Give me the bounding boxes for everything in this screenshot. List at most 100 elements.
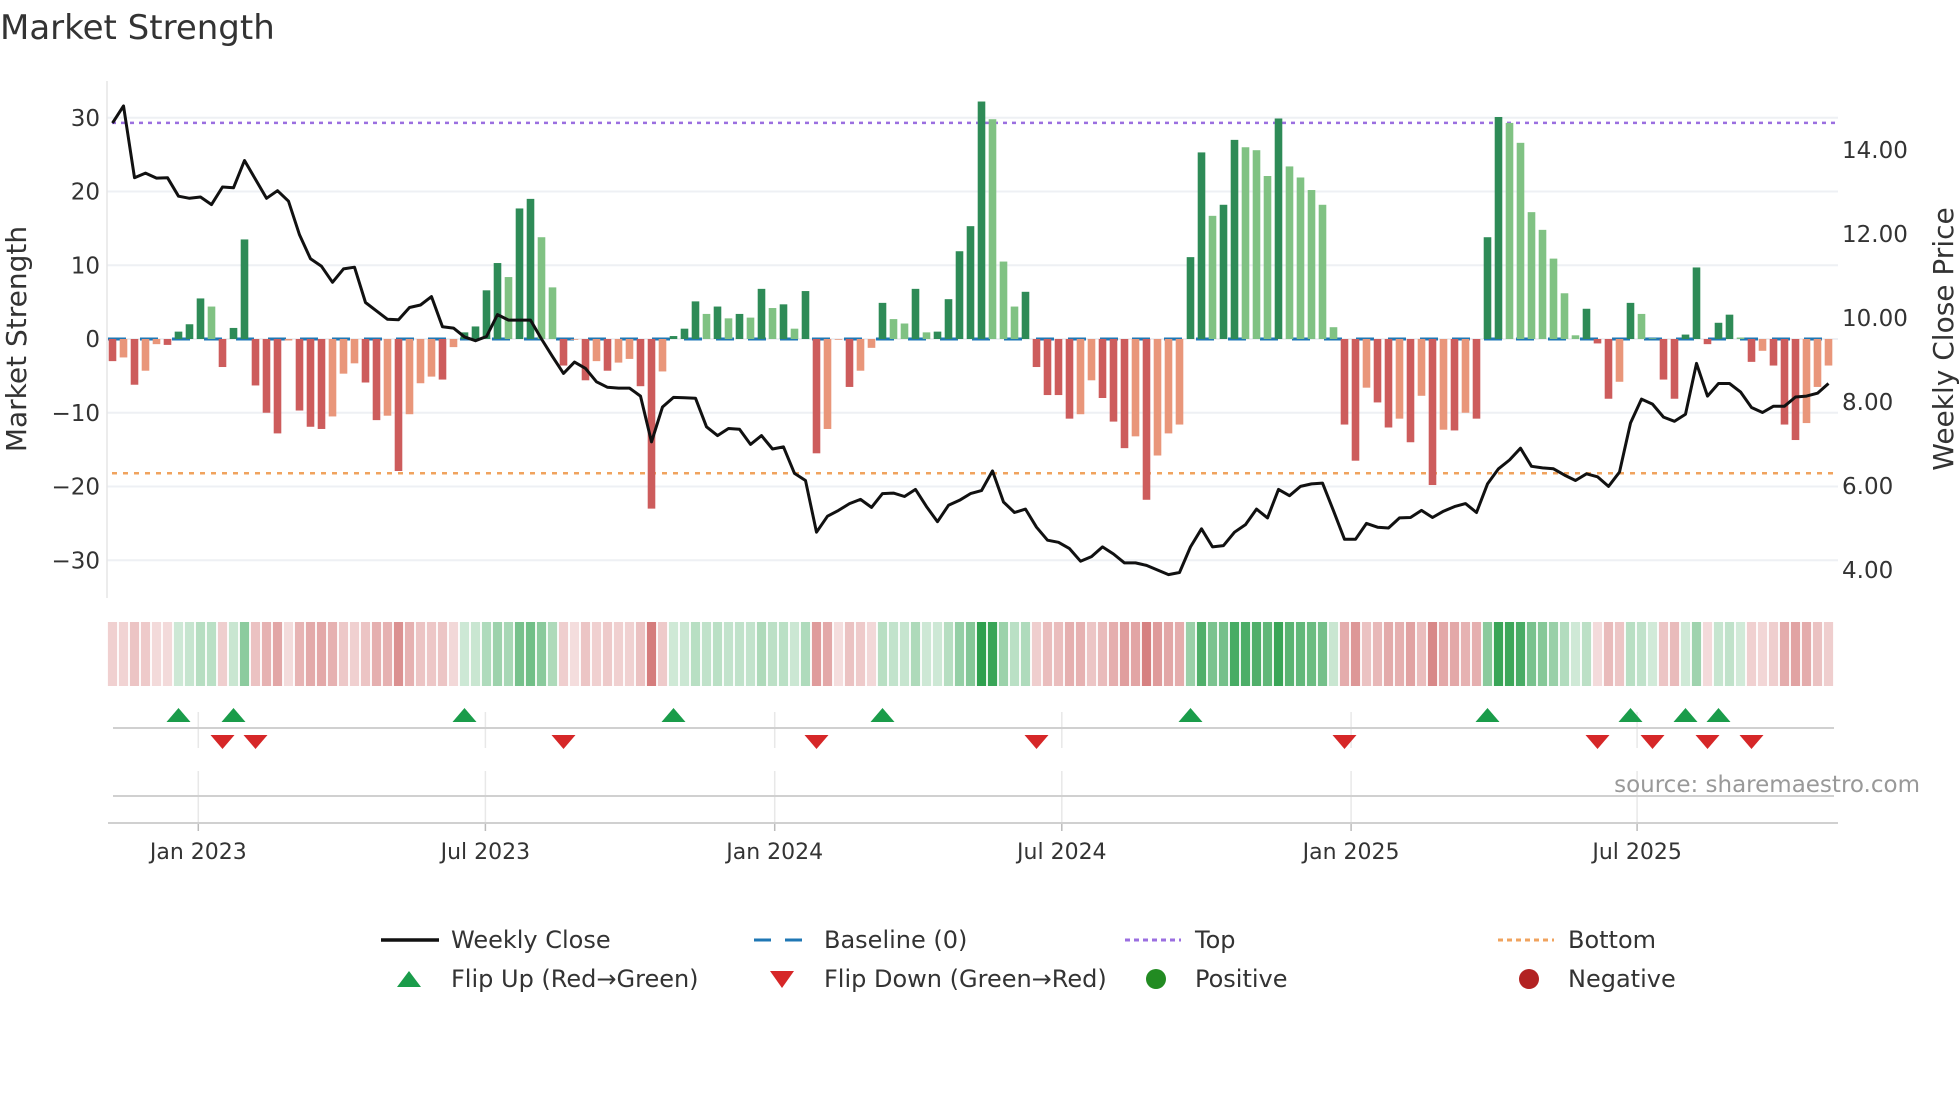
heatmap-cell xyxy=(129,622,140,686)
x-tick-label: Jan 2025 xyxy=(1301,840,1400,865)
legend-label: Weekly Close xyxy=(451,926,611,954)
strength-bar xyxy=(702,313,711,339)
legend-item-pos: Positive xyxy=(1146,965,1288,993)
strength-bar xyxy=(262,339,271,413)
heatmap-cell xyxy=(1636,622,1647,686)
y-tick-label: 0 xyxy=(85,327,100,353)
strength-bar xyxy=(900,323,909,339)
strength-bar xyxy=(394,339,403,472)
strength-bar xyxy=(1021,291,1030,339)
heatmap-cell xyxy=(1504,622,1515,686)
heatmap-cell xyxy=(965,622,976,686)
strength-bar xyxy=(1791,339,1800,441)
heatmap-cell xyxy=(1361,622,1372,686)
strength-bar xyxy=(1780,339,1789,425)
heatmap-cell xyxy=(393,622,404,686)
strength-bar xyxy=(130,339,139,385)
flip-up-marker xyxy=(1706,708,1731,722)
heatmap-cell xyxy=(1724,622,1735,686)
strength-bar xyxy=(1351,339,1360,461)
heatmap-cell xyxy=(1174,622,1185,686)
heatmap-cell xyxy=(1130,622,1141,686)
heatmap-cell xyxy=(734,622,745,686)
strength-bar xyxy=(1472,339,1481,419)
heatmap-cell xyxy=(547,622,558,686)
heatmap-cell xyxy=(756,622,767,686)
strength-bar xyxy=(152,339,161,345)
strength-bar xyxy=(1593,339,1602,344)
y-tick-label: 20 xyxy=(71,180,100,206)
heatmap-cell xyxy=(1680,622,1691,686)
strength-bar xyxy=(1692,267,1701,339)
heatmap-cell xyxy=(1251,622,1262,686)
flip-down-marker xyxy=(551,735,576,749)
market-strength-chart: Market Strength −30 −20 −10 0 10 20 30 4.00 6.00… xyxy=(0,8,1960,993)
heatmap-cell xyxy=(1152,622,1163,686)
heatmap-cell xyxy=(954,622,965,686)
heatmap-cell xyxy=(1812,622,1823,686)
strength-bar xyxy=(691,301,700,339)
heatmap-cell xyxy=(1394,622,1405,686)
heatmap-cell xyxy=(437,622,448,686)
strength-bar xyxy=(614,339,623,363)
strength-bar xyxy=(1329,327,1338,339)
strength-bar xyxy=(284,339,293,341)
strength-bar xyxy=(1164,339,1173,434)
strength-bar xyxy=(1604,339,1613,399)
heatmap-cell xyxy=(899,622,910,686)
heatmap-cell xyxy=(1757,622,1768,686)
strength-bar xyxy=(306,339,315,427)
strength-bar xyxy=(1439,339,1448,430)
heatmap-cell xyxy=(833,622,844,686)
strength-bar xyxy=(1362,339,1371,388)
strength-bar xyxy=(1494,117,1503,339)
strength-bar xyxy=(1659,339,1668,380)
x-tick-label: Jan 2024 xyxy=(724,840,823,865)
heatmap-cell xyxy=(1042,622,1053,686)
legend-label: Positive xyxy=(1195,965,1288,993)
strength-bar xyxy=(1208,215,1217,339)
flip-up-marker xyxy=(452,708,477,722)
strength-bar xyxy=(1582,308,1591,339)
flip-down-marker xyxy=(1585,735,1610,749)
heatmap-cell xyxy=(1009,622,1020,686)
heatmap-cell xyxy=(822,622,833,686)
strength-heatmap xyxy=(107,622,1834,686)
heatmap-cell xyxy=(1405,622,1416,686)
heatmap-cell xyxy=(1273,622,1284,686)
heatmap-cell xyxy=(1306,622,1317,686)
heatmap-cell xyxy=(525,622,536,686)
heatmap-cell xyxy=(503,622,514,686)
strength-bar xyxy=(581,339,590,381)
strength-bar xyxy=(1230,139,1239,339)
heatmap-cell xyxy=(1350,622,1361,686)
heatmap-cell xyxy=(1592,622,1603,686)
strength-bar xyxy=(405,339,414,415)
strength-bar xyxy=(218,339,227,368)
y-axis-label: Market Strength xyxy=(0,226,33,452)
strength-bar xyxy=(658,339,667,372)
strength-bar xyxy=(1681,334,1690,339)
heatmap-cell xyxy=(140,622,151,686)
strength-bar xyxy=(1307,190,1316,339)
strength-bar xyxy=(713,306,722,339)
flip-down-marker xyxy=(1640,735,1665,749)
strength-bar xyxy=(1142,339,1151,500)
heatmap-cell xyxy=(1790,622,1801,686)
strength-bar xyxy=(1824,339,1833,366)
strength-bar xyxy=(1417,339,1426,396)
strength-bar xyxy=(1153,339,1162,456)
y2-tick-label: 6.00 xyxy=(1842,474,1893,500)
strength-bar xyxy=(647,339,656,509)
heatmap-cell xyxy=(1328,622,1339,686)
heatmap-cell xyxy=(1735,622,1746,686)
heatmap-cell xyxy=(701,622,712,686)
strength-bar xyxy=(1318,204,1327,339)
strength-bar xyxy=(1010,306,1019,339)
strength-bar xyxy=(625,339,634,359)
flip-up-marker xyxy=(166,708,191,722)
strength-bar xyxy=(636,339,645,387)
heatmap-cell xyxy=(723,622,734,686)
strength-bar xyxy=(1670,339,1679,399)
heatmap-cell xyxy=(217,622,228,686)
